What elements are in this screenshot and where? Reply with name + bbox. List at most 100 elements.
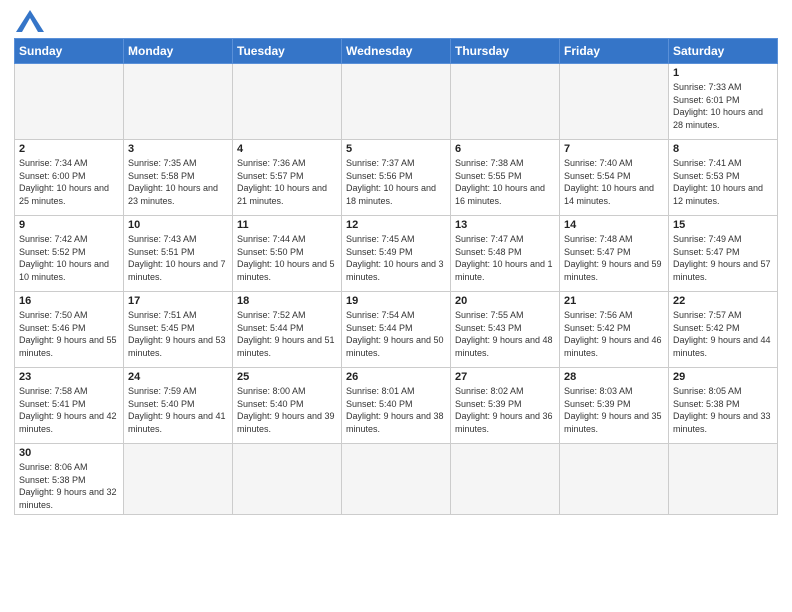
calendar-day-cell: 16 Sunrise: 7:50 AM Sunset: 5:46 PM Dayli… bbox=[15, 292, 124, 368]
calendar-day-cell: 12 Sunrise: 7:45 AM Sunset: 5:49 PM Dayli… bbox=[342, 216, 451, 292]
day-info: Sunrise: 7:35 AM Sunset: 5:58 PM Dayligh… bbox=[128, 157, 228, 207]
calendar-day-cell bbox=[451, 444, 560, 515]
day-number: 19 bbox=[346, 295, 446, 307]
day-info: Sunrise: 8:05 AM Sunset: 5:38 PM Dayligh… bbox=[673, 385, 773, 435]
calendar-day-cell: 25Sunrise: 8:00 AM Sunset: 5:40 PM Dayli… bbox=[233, 368, 342, 444]
calendar-day-cell: 1 Sunrise: 7:33 AM Sunset: 6:01 PM Daylig… bbox=[669, 64, 778, 140]
calendar-day-cell bbox=[15, 64, 124, 140]
calendar-day-cell: 19 Sunrise: 7:54 AM Sunset: 5:44 PM Dayli… bbox=[342, 292, 451, 368]
logo-icon bbox=[16, 10, 44, 32]
calendar-week-row: 23 Sunrise: 7:58 AM Sunset: 5:41 PM Dayli… bbox=[15, 368, 778, 444]
day-info: Sunrise: 7:54 AM Sunset: 5:44 PM Dayligh… bbox=[346, 309, 446, 359]
day-number: 14 bbox=[564, 219, 664, 231]
day-number: 4 bbox=[237, 143, 337, 155]
calendar-day-cell: 23 Sunrise: 7:58 AM Sunset: 5:41 PM Dayli… bbox=[15, 368, 124, 444]
calendar-day-cell: 5Sunrise: 7:37 AM Sunset: 5:56 PM Daylig… bbox=[342, 140, 451, 216]
calendar-day-cell: 20 Sunrise: 7:55 AM Sunset: 5:43 PM Dayli… bbox=[451, 292, 560, 368]
calendar-day-cell: 10 Sunrise: 7:43 AM Sunset: 5:51 PM Dayli… bbox=[124, 216, 233, 292]
day-number: 8 bbox=[673, 143, 773, 155]
calendar-day-header: Sunday bbox=[15, 39, 124, 64]
day-info: Sunrise: 8:02 AM Sunset: 5:39 PM Dayligh… bbox=[455, 385, 555, 435]
day-number: 11 bbox=[237, 219, 337, 231]
day-info: Sunrise: 7:34 AM Sunset: 6:00 PM Dayligh… bbox=[19, 157, 119, 207]
calendar-day-cell: 11Sunrise: 7:44 AM Sunset: 5:50 PM Dayli… bbox=[233, 216, 342, 292]
day-number: 16 bbox=[19, 295, 119, 307]
calendar-day-cell: 3 Sunrise: 7:35 AM Sunset: 5:58 PM Daylig… bbox=[124, 140, 233, 216]
day-number: 2 bbox=[19, 143, 119, 155]
day-number: 1 bbox=[673, 67, 773, 79]
calendar-day-cell: 24Sunrise: 7:59 AM Sunset: 5:40 PM Dayli… bbox=[124, 368, 233, 444]
day-info: Sunrise: 7:59 AM Sunset: 5:40 PM Dayligh… bbox=[128, 385, 228, 435]
day-number: 5 bbox=[346, 143, 446, 155]
calendar-day-cell: 13 Sunrise: 7:47 AM Sunset: 5:48 PM Dayli… bbox=[451, 216, 560, 292]
calendar-day-header: Monday bbox=[124, 39, 233, 64]
logo-area bbox=[14, 10, 44, 32]
calendar-day-cell bbox=[233, 444, 342, 515]
day-info: Sunrise: 7:45 AM Sunset: 5:49 PM Dayligh… bbox=[346, 233, 446, 283]
day-number: 26 bbox=[346, 371, 446, 383]
calendar-day-cell: 18Sunrise: 7:52 AM Sunset: 5:44 PM Dayli… bbox=[233, 292, 342, 368]
day-number: 18 bbox=[237, 295, 337, 307]
calendar-day-cell bbox=[342, 64, 451, 140]
calendar-day-cell bbox=[451, 64, 560, 140]
day-number: 13 bbox=[455, 219, 555, 231]
calendar-day-cell bbox=[124, 64, 233, 140]
calendar-day-cell: 8Sunrise: 7:41 AM Sunset: 5:53 PM Daylig… bbox=[669, 140, 778, 216]
day-number: 20 bbox=[455, 295, 555, 307]
calendar-day-cell: 28 Sunrise: 8:03 AM Sunset: 5:39 PM Dayli… bbox=[560, 368, 669, 444]
calendar-day-header: Friday bbox=[560, 39, 669, 64]
calendar-day-cell: 26 Sunrise: 8:01 AM Sunset: 5:40 PM Dayli… bbox=[342, 368, 451, 444]
calendar-week-row: 30Sunrise: 8:06 AM Sunset: 5:38 PM Dayli… bbox=[15, 444, 778, 515]
day-number: 10 bbox=[128, 219, 228, 231]
day-info: Sunrise: 7:56 AM Sunset: 5:42 PM Dayligh… bbox=[564, 309, 664, 359]
day-number: 9 bbox=[19, 219, 119, 231]
calendar-day-cell bbox=[669, 444, 778, 515]
calendar-day-cell: 2 Sunrise: 7:34 AM Sunset: 6:00 PM Daylig… bbox=[15, 140, 124, 216]
calendar-day-cell: 29Sunrise: 8:05 AM Sunset: 5:38 PM Dayli… bbox=[669, 368, 778, 444]
day-number: 22 bbox=[673, 295, 773, 307]
day-info: Sunrise: 7:51 AM Sunset: 5:45 PM Dayligh… bbox=[128, 309, 228, 359]
calendar-table: SundayMondayTuesdayWednesdayThursdayFrid… bbox=[14, 38, 778, 515]
calendar-day-cell: 27 Sunrise: 8:02 AM Sunset: 5:39 PM Dayli… bbox=[451, 368, 560, 444]
day-number: 21 bbox=[564, 295, 664, 307]
day-number: 30 bbox=[19, 447, 119, 459]
day-info: Sunrise: 7:55 AM Sunset: 5:43 PM Dayligh… bbox=[455, 309, 555, 359]
calendar-day-cell: 21 Sunrise: 7:56 AM Sunset: 5:42 PM Dayli… bbox=[560, 292, 669, 368]
day-number: 23 bbox=[19, 371, 119, 383]
calendar-day-cell: 14 Sunrise: 7:48 AM Sunset: 5:47 PM Dayli… bbox=[560, 216, 669, 292]
calendar-day-cell: 15 Sunrise: 7:49 AM Sunset: 5:47 PM Dayli… bbox=[669, 216, 778, 292]
calendar-day-header: Saturday bbox=[669, 39, 778, 64]
day-number: 3 bbox=[128, 143, 228, 155]
calendar-day-cell bbox=[342, 444, 451, 515]
day-info: Sunrise: 8:01 AM Sunset: 5:40 PM Dayligh… bbox=[346, 385, 446, 435]
calendar-day-cell: 30Sunrise: 8:06 AM Sunset: 5:38 PM Dayli… bbox=[15, 444, 124, 515]
calendar-day-cell: 7Sunrise: 7:40 AM Sunset: 5:54 PM Daylig… bbox=[560, 140, 669, 216]
day-number: 15 bbox=[673, 219, 773, 231]
day-info: Sunrise: 7:58 AM Sunset: 5:41 PM Dayligh… bbox=[19, 385, 119, 435]
header bbox=[14, 10, 778, 32]
day-info: Sunrise: 7:36 AM Sunset: 5:57 PM Dayligh… bbox=[237, 157, 337, 207]
day-info: Sunrise: 7:42 AM Sunset: 5:52 PM Dayligh… bbox=[19, 233, 119, 283]
day-number: 17 bbox=[128, 295, 228, 307]
calendar-day-cell bbox=[560, 444, 669, 515]
day-info: Sunrise: 7:49 AM Sunset: 5:47 PM Dayligh… bbox=[673, 233, 773, 283]
day-number: 28 bbox=[564, 371, 664, 383]
calendar-day-cell: 9 Sunrise: 7:42 AM Sunset: 5:52 PM Daylig… bbox=[15, 216, 124, 292]
calendar-day-cell: 17 Sunrise: 7:51 AM Sunset: 5:45 PM Dayli… bbox=[124, 292, 233, 368]
calendar-week-row: 9 Sunrise: 7:42 AM Sunset: 5:52 PM Daylig… bbox=[15, 216, 778, 292]
day-info: Sunrise: 7:33 AM Sunset: 6:01 PM Dayligh… bbox=[673, 81, 773, 131]
day-number: 7 bbox=[564, 143, 664, 155]
day-info: Sunrise: 8:03 AM Sunset: 5:39 PM Dayligh… bbox=[564, 385, 664, 435]
calendar-day-cell: 22 Sunrise: 7:57 AM Sunset: 5:42 PM Dayli… bbox=[669, 292, 778, 368]
page: SundayMondayTuesdayWednesdayThursdayFrid… bbox=[0, 0, 792, 525]
day-info: Sunrise: 7:47 AM Sunset: 5:48 PM Dayligh… bbox=[455, 233, 555, 283]
day-number: 12 bbox=[346, 219, 446, 231]
day-info: Sunrise: 8:00 AM Sunset: 5:40 PM Dayligh… bbox=[237, 385, 337, 435]
day-info: Sunrise: 7:43 AM Sunset: 5:51 PM Dayligh… bbox=[128, 233, 228, 283]
day-number: 6 bbox=[455, 143, 555, 155]
day-info: Sunrise: 7:48 AM Sunset: 5:47 PM Dayligh… bbox=[564, 233, 664, 283]
day-info: Sunrise: 7:50 AM Sunset: 5:46 PM Dayligh… bbox=[19, 309, 119, 359]
calendar-week-row: 2 Sunrise: 7:34 AM Sunset: 6:00 PM Daylig… bbox=[15, 140, 778, 216]
day-number: 27 bbox=[455, 371, 555, 383]
day-info: Sunrise: 7:57 AM Sunset: 5:42 PM Dayligh… bbox=[673, 309, 773, 359]
